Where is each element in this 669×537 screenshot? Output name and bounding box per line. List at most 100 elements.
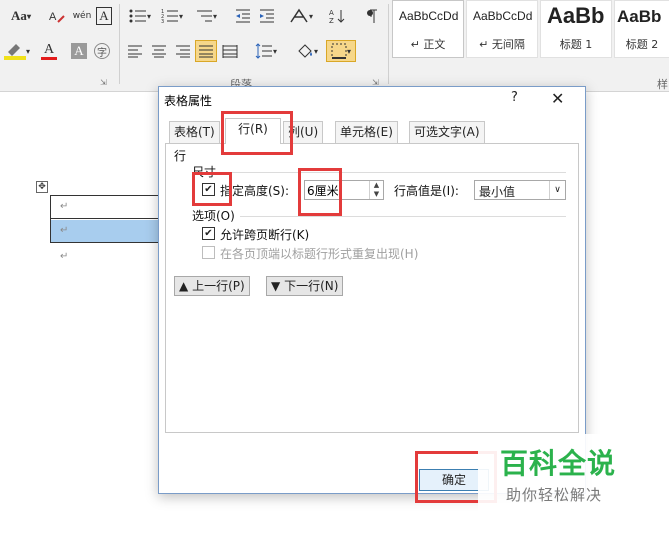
font-color-label: A xyxy=(43,41,55,57)
justify-icon xyxy=(199,45,213,58)
style-no-spacing[interactable]: AaBbCcDd ↵ 无间隔 xyxy=(466,0,538,58)
dropdown-arrow-icon: ▾ xyxy=(178,11,183,21)
multilevel-list-button[interactable]: ▾ xyxy=(192,5,220,27)
row-height-mode-select[interactable]: 最小值 ∨ xyxy=(474,180,566,200)
enclose-char-button[interactable]: A xyxy=(94,5,114,27)
height-spinner[interactable]: ▲▼ xyxy=(304,180,384,200)
increase-indent-button[interactable] xyxy=(256,5,278,27)
paragraph-mark-icon: ↵ xyxy=(60,225,69,236)
numbering-button[interactable]: 1 2 3 ▾ xyxy=(158,5,186,27)
watermark-title: 百科全说 xyxy=(500,447,617,480)
align-right-button[interactable] xyxy=(172,40,194,62)
svg-text:A: A xyxy=(329,9,334,17)
shading-button[interactable]: ▾ xyxy=(292,40,322,62)
repeat-header-checkbox[interactable] xyxy=(202,246,215,259)
dropdown-arrow-icon: ▾ xyxy=(272,46,277,56)
ribbon-divider xyxy=(388,4,389,84)
options-label: 选项(O) xyxy=(192,209,235,223)
style-name: 标题 2 xyxy=(625,38,659,51)
tab-column[interactable]: 列(U) xyxy=(283,121,324,143)
specify-height-label: 指定高度(S): xyxy=(220,184,290,198)
distribute-button[interactable] xyxy=(219,40,241,62)
dropdown-arrow-icon: ▾ xyxy=(308,11,313,21)
align-center-icon xyxy=(152,45,166,58)
checkmark-icon: ✔ xyxy=(204,183,213,195)
allow-break-checkbox[interactable]: ✔ xyxy=(202,227,215,240)
enclose-char-label: A xyxy=(96,7,112,25)
row-height-is-label: 行高值是(I): xyxy=(394,184,459,198)
table-properties-dialog: 表格属性 ? ✕ 表格(T) 行(R) 列(U) 单元格(E) 可选文字(A) … xyxy=(158,86,586,494)
dropdown-arrow-icon: ▾ xyxy=(212,11,217,21)
style-normal[interactable]: AaBbCcDd ↵ 正文 xyxy=(392,0,464,58)
prev-row-button[interactable]: ▲ 上一行(P) xyxy=(174,276,250,296)
show-marks-button[interactable] xyxy=(362,5,382,27)
section-divider xyxy=(222,172,566,173)
change-case-label: Aa xyxy=(11,8,27,23)
help-button[interactable]: ? xyxy=(511,90,518,105)
paragraph-mark-icon xyxy=(367,9,377,23)
style-sample: AaBb xyxy=(547,3,605,28)
style-heading-1[interactable]: AaBb 标题 1 xyxy=(540,0,612,58)
align-left-button[interactable] xyxy=(124,40,146,62)
dialog-launcher-icon[interactable]: ⇲ xyxy=(100,78,107,87)
ribbon: Aa ▾ A wén A ▾ A A 字 ▾ 1 2 3 ▾ ▾ ▾ AZ ▾ … xyxy=(0,0,669,92)
align-left-icon xyxy=(128,45,142,58)
height-input[interactable] xyxy=(307,183,369,197)
next-row-label: 下一行(N) xyxy=(284,279,339,293)
distribute-icon xyxy=(222,45,238,58)
close-button[interactable]: ✕ xyxy=(551,89,564,108)
bullets-button[interactable]: ▾ xyxy=(126,5,154,27)
specify-height-checkbox[interactable]: ✔ xyxy=(202,183,215,196)
line-spacing-icon xyxy=(255,43,272,59)
triangle-down-icon: ▼ xyxy=(271,279,281,293)
style-heading-2[interactable]: AaBb 标题 2 xyxy=(614,0,669,58)
watermark: 百科全说 助你轻松解决 xyxy=(478,434,648,518)
multilevel-list-icon xyxy=(196,10,212,22)
align-right-icon xyxy=(176,45,190,58)
row-height-mode-value: 最小值 xyxy=(479,185,516,199)
chevron-down-icon[interactable]: ∨ xyxy=(549,181,565,199)
font-color-button[interactable]: A xyxy=(34,40,64,62)
size-label: 尺寸 xyxy=(192,165,217,179)
align-center-button[interactable] xyxy=(148,40,170,62)
tab-alt-text[interactable]: 可选文字(A) xyxy=(409,121,485,143)
svg-text:Z: Z xyxy=(329,17,334,24)
next-row-button[interactable]: ▼ 下一行(N) xyxy=(266,276,344,296)
dropdown-arrow-icon: ▾ xyxy=(26,11,31,21)
asian-layout-icon xyxy=(290,8,308,23)
highlight-button[interactable]: ▾ xyxy=(2,40,32,62)
decrease-indent-icon xyxy=(236,9,250,23)
enclose-symbol-button[interactable]: 字 xyxy=(92,40,112,62)
prev-row-label: 上一行(P) xyxy=(192,279,245,293)
clear-format-icon: A xyxy=(49,11,65,23)
table-move-handle-icon[interactable]: ✥ xyxy=(36,181,48,193)
sort-button[interactable]: AZ xyxy=(326,5,348,27)
sort-icon: AZ xyxy=(329,9,345,24)
bullets-icon xyxy=(129,9,146,23)
dropdown-arrow-icon: ▾ xyxy=(313,46,318,56)
enclose-symbol-label: 字 xyxy=(94,43,110,59)
justify-button[interactable] xyxy=(195,40,217,62)
change-case-button[interactable]: Aa ▾ xyxy=(8,5,34,27)
tab-row[interactable]: 行(R) xyxy=(225,118,281,144)
style-name: ↵ 无间隔 xyxy=(479,38,525,51)
style-sample: AaBbCcDd xyxy=(399,9,459,23)
increase-indent-icon xyxy=(260,9,274,23)
dropdown-arrow-icon: ▾ xyxy=(146,11,151,21)
numbering-icon: 123 xyxy=(161,9,178,24)
borders-icon xyxy=(331,43,347,59)
style-sample: AaBbCcDd xyxy=(473,9,533,23)
tab-table[interactable]: 表格(T) xyxy=(169,121,220,143)
tab-cell[interactable]: 单元格(E) xyxy=(335,121,398,143)
clear-format-button[interactable]: A xyxy=(46,5,68,27)
spinner-arrows-icon[interactable]: ▲ ▼ xyxy=(369,181,383,199)
borders-button[interactable]: ▾ xyxy=(326,40,356,62)
phonetic-guide-button[interactable]: wén xyxy=(72,5,92,27)
row-tab-panel: 行 尺寸 ✔ 指定高度(S): ▲▼ 行高值是(I): 最小值 ∨ 选项(O) … xyxy=(165,143,579,433)
asian-layout-button[interactable]: ▾ xyxy=(286,5,316,27)
decrease-indent-button[interactable] xyxy=(232,5,254,27)
char-shading-button[interactable]: A xyxy=(70,40,88,62)
dropdown-arrow-icon: ▾ xyxy=(25,46,30,56)
line-spacing-button[interactable]: ▾ xyxy=(252,40,280,62)
svg-text:3: 3 xyxy=(161,19,164,24)
